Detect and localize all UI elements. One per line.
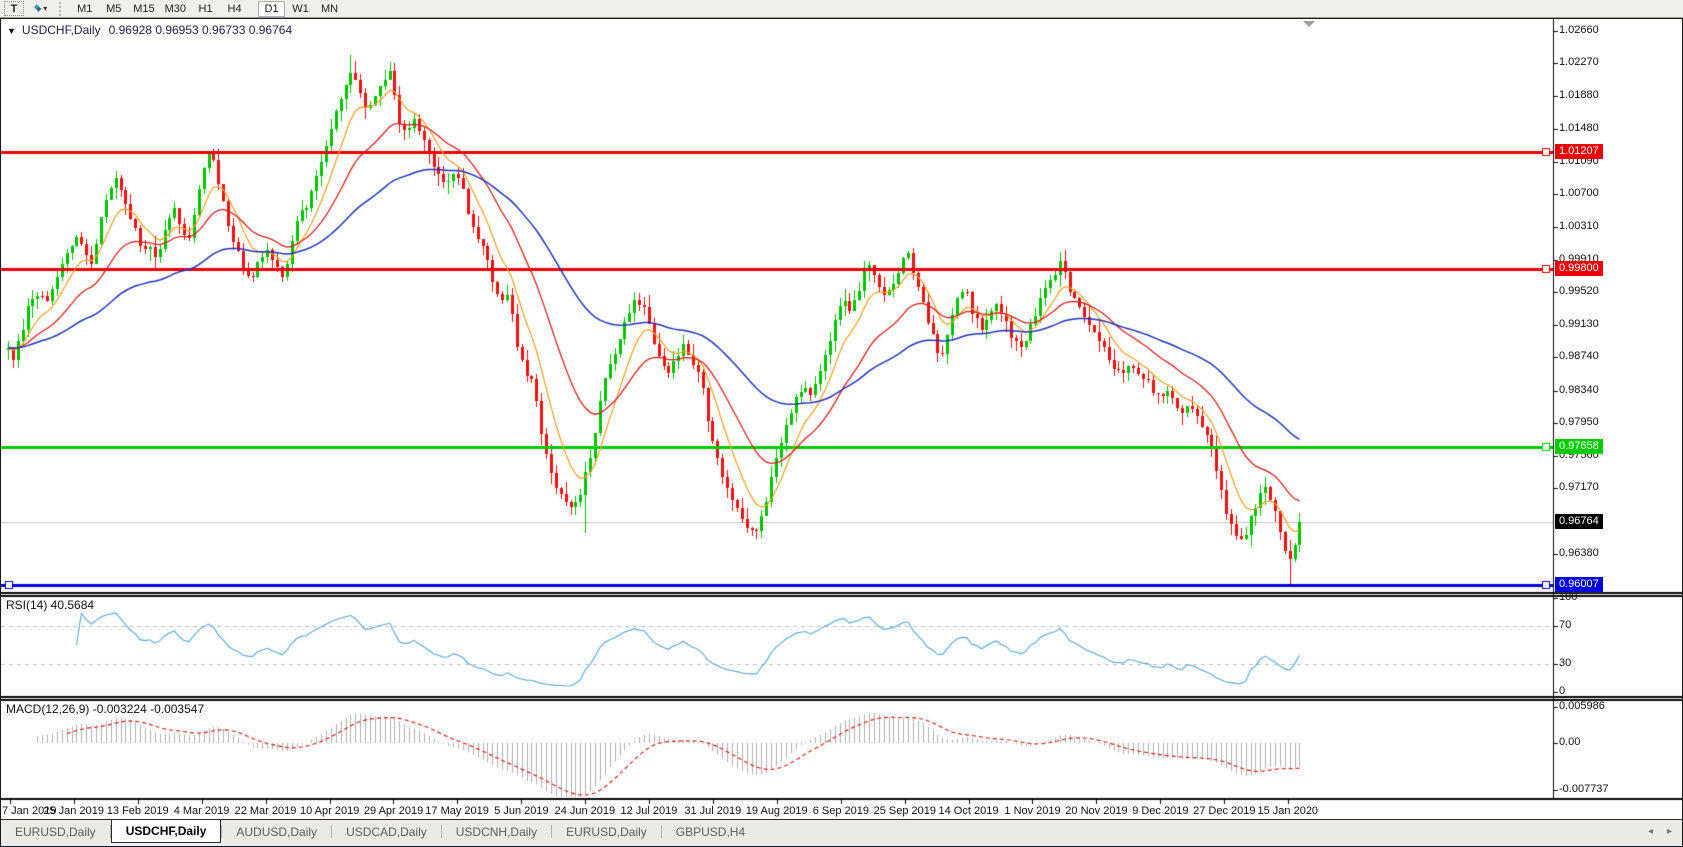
chart-symbol-period: USDCHF,Daily bbox=[22, 23, 101, 37]
level-price-label[interactable]: 0.99800 bbox=[1555, 261, 1603, 276]
price-axis-tick: 1.02270 bbox=[1559, 56, 1599, 68]
timeframe-button-mn[interactable]: MN bbox=[316, 1, 343, 17]
date-axis-label: 17 May 2019 bbox=[425, 805, 489, 817]
rsi-scale-tick: 100 bbox=[1559, 591, 1577, 603]
date-axis-label: 22 Mar 2019 bbox=[235, 805, 297, 817]
chart-shift-marker-icon[interactable] bbox=[1303, 21, 1315, 27]
rsi-scale-tick: 70 bbox=[1559, 619, 1571, 631]
price-axis-tick: 0.99130 bbox=[1559, 318, 1599, 330]
dropdown-caret-icon: ▾ bbox=[43, 4, 47, 13]
timeframe-button-d1[interactable]: D1 bbox=[258, 1, 285, 17]
chart-tab-usdcad-daily[interactable]: USDCAD,Daily bbox=[332, 820, 441, 843]
price-chart-canvas[interactable] bbox=[1, 19, 1682, 806]
date-axis-label: 15 Jan 2020 bbox=[1258, 805, 1319, 817]
toolbar-grip bbox=[59, 2, 66, 16]
price-axis-tick: 1.00700 bbox=[1559, 187, 1599, 199]
chart-tab-bar: EURUSD,DailyUSDCHF,DailyAUDUSD,DailyUSDC… bbox=[1, 819, 1682, 843]
timeframe-button-w1[interactable]: W1 bbox=[287, 1, 314, 17]
price-axis-tick: 1.01880 bbox=[1559, 89, 1599, 101]
date-axis-label: 19 Aug 2019 bbox=[746, 805, 808, 817]
timeframe-button-group: M1M5M15M30H1H4 D1W1MN bbox=[70, 1, 344, 17]
chart-tab-audusd-daily[interactable]: AUDUSD,Daily bbox=[222, 820, 331, 843]
rsi-scale-tick: 30 bbox=[1559, 657, 1571, 669]
date-axis-label: 31 Jul 2019 bbox=[684, 805, 741, 817]
date-axis-label: 13 Feb 2019 bbox=[107, 805, 169, 817]
level-price-label[interactable]: 1.01207 bbox=[1555, 144, 1603, 159]
tab-scroll-right-icon[interactable]: ▸ bbox=[1667, 826, 1672, 837]
date-axis-label: 4 Mar 2019 bbox=[174, 805, 230, 817]
arrows-tool-icon: ✦ bbox=[32, 3, 41, 14]
level-price-label[interactable]: 0.97658 bbox=[1555, 439, 1603, 454]
text-tool-button[interactable]: T bbox=[4, 1, 24, 16]
date-axis-label: 25 Jan 2019 bbox=[43, 805, 104, 817]
price-axis-tick: 1.00310 bbox=[1559, 220, 1599, 232]
date-axis-label: 12 Jul 2019 bbox=[621, 805, 678, 817]
date-axis-label: 6 Sep 2019 bbox=[813, 805, 869, 817]
timeframe-button-m15[interactable]: M15 bbox=[129, 1, 158, 17]
chart-title: ▼ USDCHF,Daily 0.96928 0.96953 0.96733 0.9… bbox=[7, 23, 292, 37]
rsi-indicator-label: RSI(14) 40.5684 bbox=[6, 598, 94, 612]
timeframe-button-h4[interactable]: H4 bbox=[221, 1, 248, 17]
price-axis-tick: 0.99520 bbox=[1559, 285, 1599, 297]
date-axis-label: 9 Dec 2019 bbox=[1132, 805, 1188, 817]
collapse-triangle-icon[interactable]: ▼ bbox=[7, 26, 16, 36]
date-axis-label: 1 Nov 2019 bbox=[1004, 805, 1060, 817]
tab-scroll-left-icon[interactable]: ◂ bbox=[1648, 826, 1653, 837]
drawing-tool-button[interactable]: ✦ ▾ bbox=[28, 1, 51, 16]
date-axis-label: 14 Oct 2019 bbox=[939, 805, 999, 817]
price-axis-tick: 0.96380 bbox=[1559, 547, 1599, 559]
chart-tab-usdchf-daily[interactable]: USDCHF,Daily bbox=[111, 820, 222, 843]
chart-tab-gbpusd-h4[interactable]: GBPUSD,H4 bbox=[662, 820, 759, 843]
date-axis-label: 29 Apr 2019 bbox=[364, 805, 423, 817]
price-axis-tick: 1.02660 bbox=[1559, 24, 1599, 36]
current-price-label: 0.96764 bbox=[1555, 514, 1603, 529]
chart-ohlc-values: 0.96928 0.96953 0.96733 0.96764 bbox=[109, 23, 293, 37]
date-axis-label: 20 Nov 2019 bbox=[1065, 805, 1127, 817]
macd-indicator-label: MACD(12,26,9) -0.003224 -0.003547 bbox=[6, 702, 204, 716]
timeframe-button-h1[interactable]: H1 bbox=[192, 1, 219, 17]
chart-tab-eurusd-daily[interactable]: EURUSD,Daily bbox=[552, 820, 661, 843]
tab-scroll-arrows: ◂ ▸ bbox=[1648, 820, 1682, 843]
timeframe-button-m30[interactable]: M30 bbox=[161, 1, 190, 17]
price-axis-tick: 0.98340 bbox=[1559, 384, 1599, 396]
macd-scale-tick: 0.005986 bbox=[1559, 700, 1605, 712]
price-axis-tick: 0.97950 bbox=[1559, 416, 1599, 428]
price-axis-tick: 1.01480 bbox=[1559, 122, 1599, 134]
date-axis-label: 5 Jun 2019 bbox=[494, 805, 548, 817]
timeframe-button-m5[interactable]: M5 bbox=[100, 1, 127, 17]
date-axis-label: 27 Dec 2019 bbox=[1193, 805, 1255, 817]
chart-tab-eurusd-daily[interactable]: EURUSD,Daily bbox=[1, 820, 110, 843]
level-price-label[interactable]: 0.96007 bbox=[1555, 577, 1603, 592]
macd-scale-tick: -0.007737 bbox=[1559, 783, 1609, 795]
tabs-holder: EURUSD,DailyUSDCHF,DailyAUDUSD,DailyUSDC… bbox=[1, 820, 759, 843]
price-axis-tick: 0.97170 bbox=[1559, 481, 1599, 493]
date-axis-label: 10 Apr 2019 bbox=[300, 805, 359, 817]
timeframe-button-m1[interactable]: M1 bbox=[71, 1, 98, 17]
rsi-scale-tick: 0 bbox=[1559, 685, 1565, 697]
status-strip bbox=[1, 843, 1682, 846]
date-axis-label: 25 Sep 2019 bbox=[874, 805, 936, 817]
date-axis-label: 24 Jun 2019 bbox=[555, 805, 616, 817]
chart-tab-usdcnh-daily[interactable]: USDCNH,Daily bbox=[442, 820, 551, 843]
macd-scale-tick: 0.00 bbox=[1559, 736, 1580, 748]
toolbar: T ✦ ▾ M1M5M15M30H1H4 D1W1MN bbox=[0, 0, 1683, 18]
price-axis-tick: 0.98740 bbox=[1559, 350, 1599, 362]
